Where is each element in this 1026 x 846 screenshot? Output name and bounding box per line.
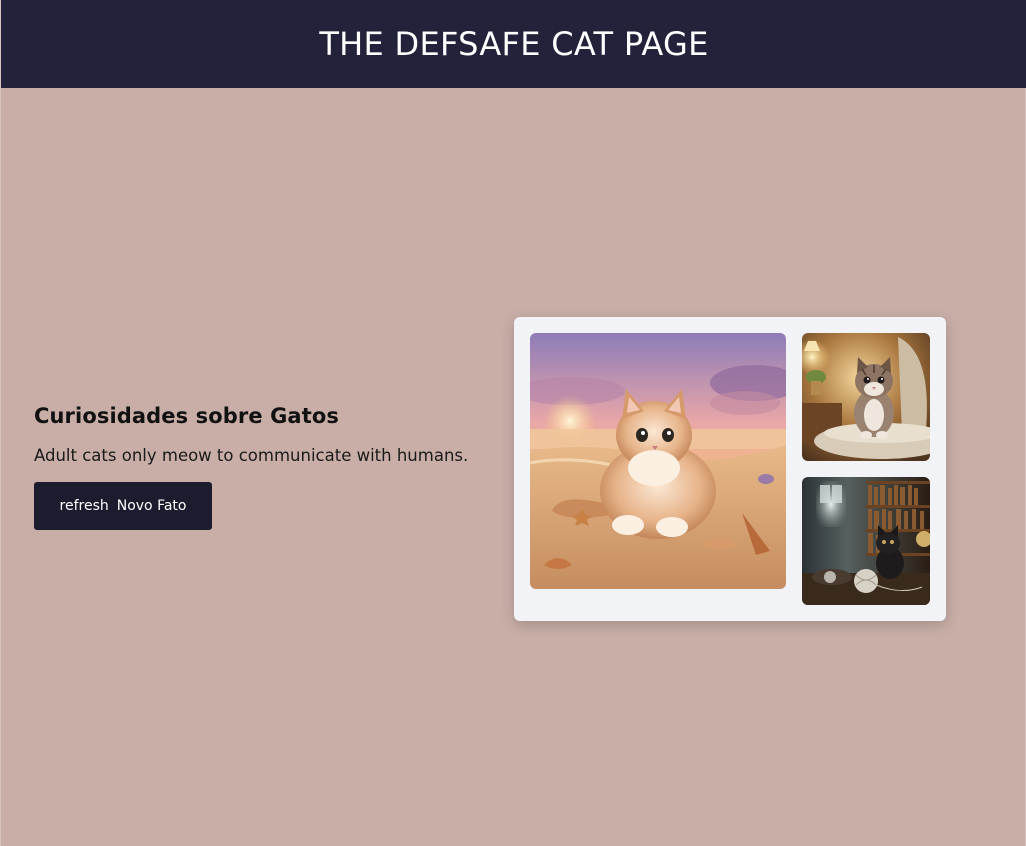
new-fact-button[interactable]: refresh Novo Fato bbox=[34, 482, 212, 530]
refresh-icon: refresh bbox=[59, 498, 109, 514]
library-kitten-image bbox=[802, 477, 930, 605]
new-fact-button-label: Novo Fato bbox=[116, 498, 187, 514]
page-header: THE DEFSAFE CAT PAGE bbox=[1, 0, 1026, 88]
cat-fact-section: Curiosidades sobre Gatos Adult cats only… bbox=[34, 404, 484, 530]
beach-kitten-image bbox=[530, 333, 786, 589]
page-title: THE DEFSAFE CAT PAGE bbox=[319, 25, 709, 63]
fact-text: Adult cats only meow to communicate with… bbox=[34, 446, 469, 465]
chair-kitten-image bbox=[802, 333, 930, 461]
cat-gallery bbox=[514, 317, 946, 621]
fact-heading: Curiosidades sobre Gatos bbox=[34, 404, 339, 428]
